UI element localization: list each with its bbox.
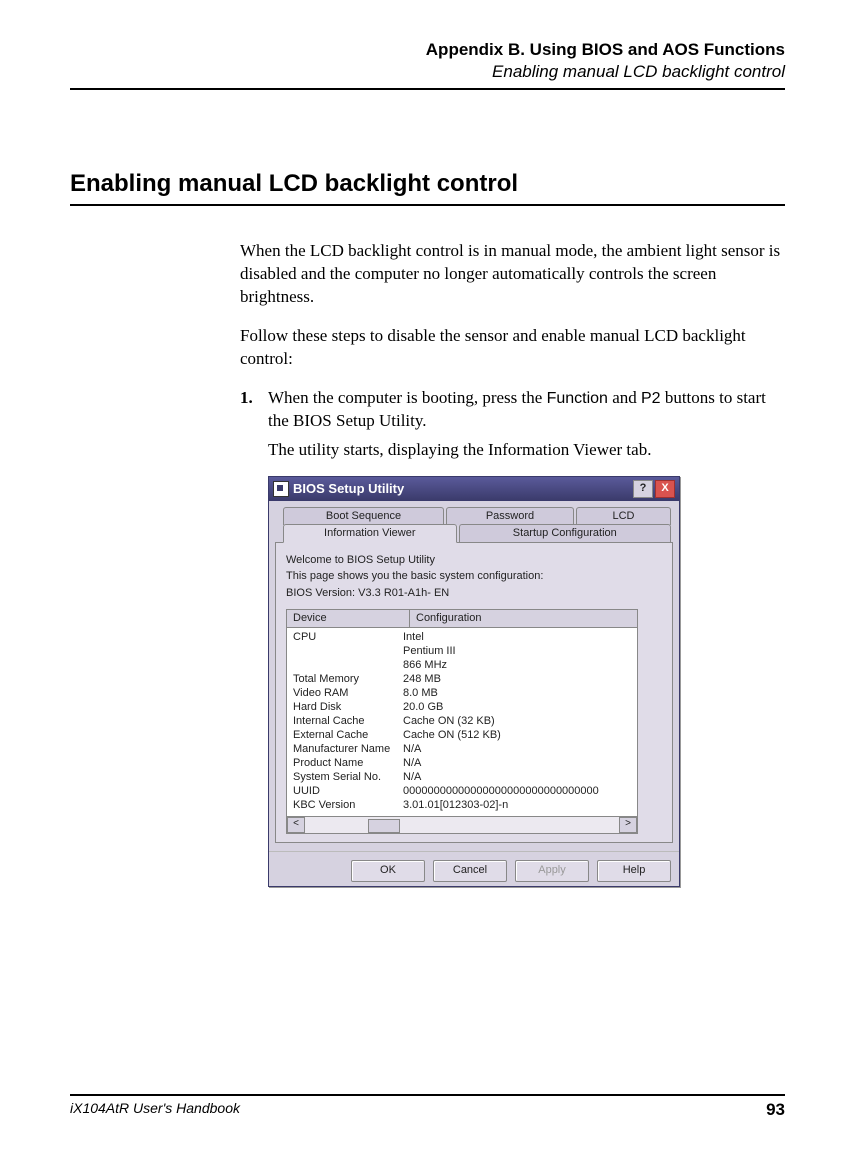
cell-configuration: 866 MHz [403,658,631,672]
cell-device: System Serial No. [293,770,403,784]
ok-button[interactable]: OK [351,860,425,882]
running-header-subtitle: Enabling manual LCD backlight control [70,62,785,82]
running-header-title: Appendix B. Using BIOS and AOS Functions [70,40,785,60]
cell-device: Hard Disk [293,700,403,714]
step-1-text-b: The utility starts, displaying the Infor… [268,439,785,462]
tab-information-viewer[interactable]: Information Viewer [283,524,457,543]
titlebar: BIOS Setup Utility ? X [269,477,679,501]
cell-configuration: N/A [403,742,631,756]
table-row: UUID00000000000000000000000000000000 [287,784,637,798]
col-header-device: Device [287,610,410,627]
window-title: BIOS Setup Utility [293,480,631,498]
table-row: System Serial No.N/A [287,770,637,784]
cell-configuration: N/A [403,770,631,784]
cell-device: Internal Cache [293,714,403,728]
description-text: This page shows you the basic system con… [286,569,662,584]
footer-rule [70,1094,785,1096]
table-row: 866 MHz [287,658,637,672]
app-icon [273,481,289,497]
cell-device: Product Name [293,756,403,770]
step-1: 1. When the computer is booting, press t… [240,387,785,887]
scroll-right-button[interactable]: > [619,817,637,833]
table-row: Total Memory248 MB [287,672,637,686]
cell-configuration: 00000000000000000000000000000000 [403,784,631,798]
scroll-left-button[interactable]: < [287,817,305,833]
scroll-track[interactable] [305,818,619,832]
cell-configuration: N/A [403,756,631,770]
cell-configuration: 3.01.01[012303-02]-n [403,798,631,812]
table-row: Video RAM8.0 MB [287,686,637,700]
tab-boot-sequence[interactable]: Boot Sequence [283,507,444,525]
bios-version-text: BIOS Version: V3.3 R01-A1h- EN [286,586,662,601]
cancel-button[interactable]: Cancel [433,860,507,882]
apply-button[interactable]: Apply [515,860,589,882]
table-row: Manufacturer NameN/A [287,742,637,756]
bios-window: BIOS Setup Utility ? X Boot Sequence Pas… [268,476,680,887]
table-row: Hard Disk20.0 GB [287,700,637,714]
table-row: External CacheCache ON (512 KB) [287,728,637,742]
table-row: CPUIntel [287,630,637,644]
cell-configuration: Cache ON (32 KB) [403,714,631,728]
table-row: KBC Version3.01.01[012303-02]-n [287,798,637,812]
cell-configuration: Cache ON (512 KB) [403,728,631,742]
table-row: Internal CacheCache ON (32 KB) [287,714,637,728]
step-1-number: 1. [240,387,268,887]
welcome-text: Welcome to BIOS Setup Utility [286,553,662,568]
table-row: Product NameN/A [287,756,637,770]
footer-book-title: iX104AtR User's Handbook [70,1100,240,1120]
scroll-thumb[interactable] [368,819,400,833]
cell-device [293,658,403,672]
close-button[interactable]: X [655,480,675,498]
header-rule [70,88,785,90]
footer-page-number: 93 [766,1100,785,1120]
help-button[interactable]: ? [633,480,653,498]
section-heading: Enabling manual LCD backlight control [70,170,785,198]
tab-lcd[interactable]: LCD [576,507,671,525]
cell-configuration: Pentium III [403,644,631,658]
cell-configuration: 20.0 GB [403,700,631,714]
table-row: Pentium III [287,644,637,658]
cell-device: CPU [293,630,403,644]
cell-device [293,644,403,658]
tab-password[interactable]: Password [446,507,574,525]
step-1-text-a: When the computer is booting, press the … [268,387,785,433]
cell-device: KBC Version [293,798,403,812]
cell-device: UUID [293,784,403,798]
p2-key-label: P2 [641,390,661,407]
col-header-configuration: Configuration [410,610,637,627]
cell-configuration: Intel [403,630,631,644]
help-dialog-button[interactable]: Help [597,860,671,882]
cell-device: Total Memory [293,672,403,686]
device-table: Device Configuration CPUIntelPentium III… [286,609,638,817]
tab-panel: Welcome to BIOS Setup Utility This page … [275,542,673,843]
horizontal-scrollbar[interactable]: < > [286,817,638,834]
cell-configuration: 248 MB [403,672,631,686]
cell-device: Manufacturer Name [293,742,403,756]
cell-device: External Cache [293,728,403,742]
cell-configuration: 8.0 MB [403,686,631,700]
tab-startup-configuration[interactable]: Startup Configuration [459,524,671,542]
function-key-label: Function [547,390,608,407]
cell-device: Video RAM [293,686,403,700]
section-rule [70,204,785,206]
intro-paragraph-2: Follow these steps to disable the sensor… [240,325,785,371]
intro-paragraph-1: When the LCD backlight control is in man… [240,240,785,309]
